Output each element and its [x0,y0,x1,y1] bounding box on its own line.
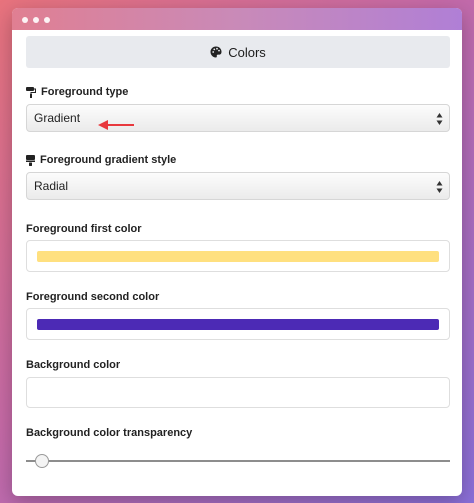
window-dot-icon [33,17,39,23]
fg-gradient-style-label: Foreground gradient style [26,154,176,166]
fg-first-color-label: Foreground first color [26,223,142,235]
title-bar [12,8,462,30]
fg-second-color-picker[interactable] [26,308,450,340]
fg-type-value: Gradient [34,111,81,125]
bg-transparency-label: Background color transparency [26,427,193,439]
select-caret-icon [436,181,443,193]
bg-color-picker[interactable] [26,377,450,408]
fg-second-color-label: Foreground second color [26,291,160,303]
transparency-slider-track[interactable] [26,460,450,462]
fg-second-color-swatch [37,319,439,330]
app-window: Colors Foreground type Gradient Foregrou… [12,8,462,496]
colors-section-header[interactable]: Colors [26,36,450,68]
fg-type-select[interactable]: Gradient [26,104,450,132]
header-title: Colors [228,44,266,60]
bg-color-label: Background color [26,359,121,371]
fg-type-label: Foreground type [26,86,128,98]
palette-icon [210,46,222,58]
select-caret-icon [436,113,443,125]
window-dot-icon [44,17,50,23]
transparency-slider-thumb[interactable] [35,454,49,468]
paint-roller-icon [26,86,36,98]
fg-gradient-style-value: Radial [34,179,69,193]
brush-icon [26,154,35,166]
fg-first-color-picker[interactable] [26,240,450,272]
fg-gradient-style-select[interactable]: Radial [26,172,450,200]
fg-first-color-swatch [37,251,439,262]
window-dot-icon [22,17,28,23]
annotation-arrow-icon [98,120,134,130]
